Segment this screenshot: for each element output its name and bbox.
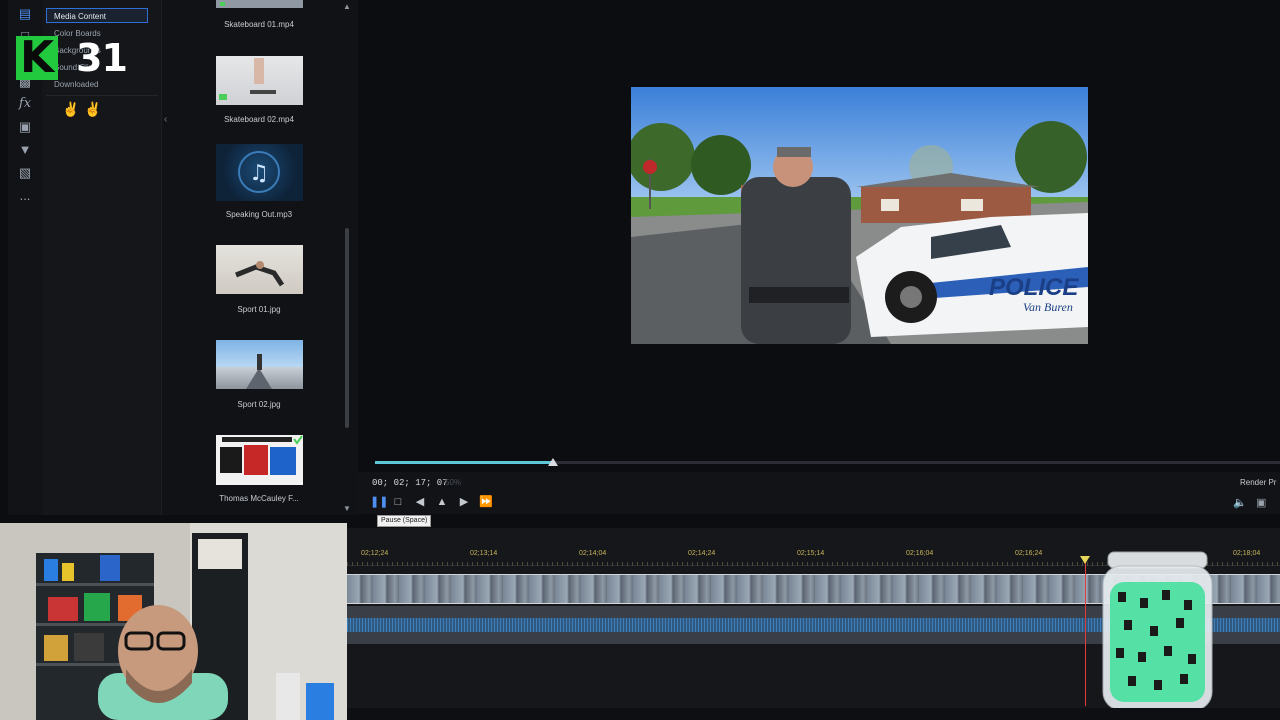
stop-button[interactable]: □ xyxy=(391,495,405,509)
media-label: Sport 01.jpg xyxy=(237,305,281,314)
media-thumb-sport-01[interactable] xyxy=(216,245,303,294)
ruler-label: 02;16;24 xyxy=(1015,550,1043,557)
media-label: Thomas McCauley F... xyxy=(219,494,299,503)
video-editor-window: ▤ □ ▦ ▩ fx ▣ ▼ ▧ ... Media Content Color… xyxy=(0,0,1280,720)
category-media-content[interactable]: Media Content xyxy=(46,8,148,23)
media-thumb-sport-02[interactable] xyxy=(216,340,303,389)
fast-forward-button[interactable]: ⏩ xyxy=(479,495,493,509)
seek-handle[interactable] xyxy=(548,458,558,466)
volume-icon[interactable]: 🔈 xyxy=(1233,496,1247,509)
step-forward-button[interactable]: ▶ xyxy=(457,495,471,509)
episode-number: 31 xyxy=(76,36,128,80)
pause-tooltip: Pause (Space) xyxy=(377,515,432,527)
media-thumb-speaking-out[interactable]: ♫ xyxy=(216,144,303,201)
category-divider xyxy=(46,95,158,96)
fx-icon[interactable]: fx xyxy=(14,94,36,114)
ruler-label: 02;14;24 xyxy=(688,550,716,557)
add-tag-icon[interactable]: ✌ xyxy=(62,101,79,118)
more-icon[interactable]: ... xyxy=(14,186,36,206)
timecode-display[interactable]: 00; 02; 17; 07 xyxy=(372,478,448,488)
next-frame-button[interactable]: ▲ xyxy=(435,495,449,509)
pip-icon[interactable]: ▣ xyxy=(14,117,36,137)
timeline-scrollbar[interactable] xyxy=(347,708,1280,720)
ruler-label: 02;14;04 xyxy=(579,550,607,557)
playback-controls xyxy=(358,472,1280,514)
media-label: Skateboard 01.mp4 xyxy=(224,20,294,29)
sticker-jar-image xyxy=(1100,548,1215,713)
preview-seek-progress xyxy=(375,461,553,464)
preview-video[interactable]: POLICE Van Buren xyxy=(631,87,1088,344)
scroll-up-icon[interactable]: ▲ xyxy=(343,2,351,11)
particle-icon[interactable]: ▼ xyxy=(14,140,36,160)
ruler-label: 02;18;04 xyxy=(1233,550,1261,557)
ruler-label: 02;15;14 xyxy=(797,550,825,557)
ruler-label: 02;12;24 xyxy=(361,550,389,557)
media-label: Sport 02.jpg xyxy=(237,400,281,409)
ruler-label: 02;16;04 xyxy=(906,550,934,557)
preview-zoom[interactable]: 50% xyxy=(445,478,461,487)
previous-frame-button[interactable]: ◀ xyxy=(413,495,427,509)
remove-tag-icon[interactable]: ✌ xyxy=(84,101,101,118)
media-label: Speaking Out.mp3 xyxy=(225,210,293,219)
snapshot-icon[interactable]: ▣ xyxy=(1256,496,1266,509)
police-text: POLICE xyxy=(989,274,1079,301)
timeline-playhead[interactable] xyxy=(1085,556,1086,706)
van-buren-text: Van Buren xyxy=(1023,300,1073,314)
media-thumb-skateboard-01[interactable] xyxy=(216,0,303,8)
playhead-marker[interactable] xyxy=(1080,556,1090,564)
render-preview-button[interactable]: Render Pr xyxy=(1240,478,1276,487)
ruler-label: 02;13;14 xyxy=(470,550,498,557)
scroll-down-icon[interactable]: ▼ xyxy=(343,504,351,513)
svg-text:♫: ♫ xyxy=(249,161,269,186)
collapse-panel-icon[interactable]: ‹ xyxy=(164,114,167,125)
template-icon[interactable]: ▧ xyxy=(14,163,36,183)
media-library-icon[interactable]: ▤ xyxy=(14,4,36,24)
media-thumb-skateboard-02[interactable] xyxy=(216,56,303,105)
category-downloaded[interactable]: Downloaded xyxy=(54,80,98,89)
pause-button[interactable]: ❚❚ xyxy=(370,495,388,509)
media-scrollbar[interactable] xyxy=(345,228,349,428)
channel-logo: K xyxy=(16,36,58,80)
webcam-overlay xyxy=(0,523,347,720)
media-label: Skateboard 02.mp4 xyxy=(224,115,294,124)
media-thumb-merch[interactable] xyxy=(216,435,303,485)
